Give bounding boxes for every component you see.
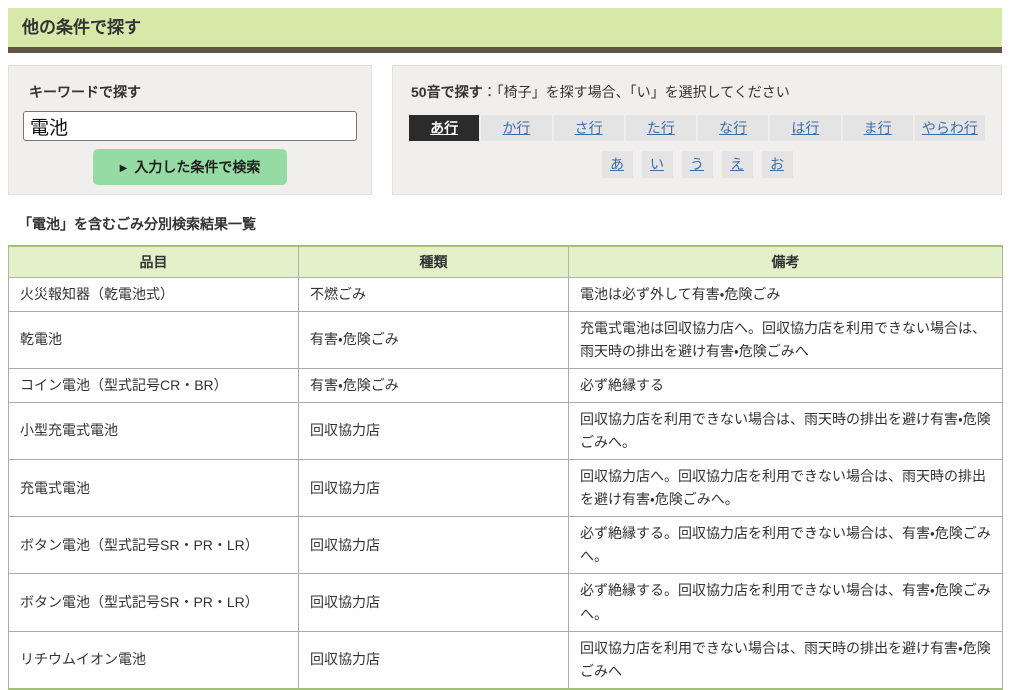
item-cell: ボタン電池（型式記号SR・PR・LR） <box>9 574 299 631</box>
type-cell: 回収協力店 <box>299 402 569 459</box>
column-header-item: 品目 <box>9 246 299 277</box>
type-cell: 回収協力店 <box>299 631 569 689</box>
results-table: 品目 種類 備考 火災報知器（乾電池式） 不燃ごみ 電池は必ず外して有害・危険ご… <box>8 245 1003 690</box>
item-cell: コイン電池（型式記号CR・BR） <box>9 368 299 402</box>
keyword-button-wrap: ▶ 入力した条件で検索 <box>23 149 357 185</box>
search-panels: キーワードで探す ▶ 入力した条件で検索 50音で探す：「椅子」を探す場合、「い」… <box>8 65 1002 195</box>
type-cell: 不燃ごみ <box>299 277 569 311</box>
kana-search-label: 50音で探す <box>411 84 483 100</box>
table-row: 小型充電式電池 回収協力店 回収協力店を利用できない場合は、雨天時の排出を避け有… <box>9 402 1003 459</box>
page-title: 他の条件で探す <box>8 8 1002 53</box>
note-cell: 必ず絶縁する。回収協力店を利用できない場合は、有害・危険ごみへ。 <box>569 517 1003 574</box>
item-cell: ボタン電池（型式記号SR・PR・LR） <box>9 517 299 574</box>
table-row: コイン電池（型式記号CR・BR） 有害・危険ごみ 必ず絶縁する <box>9 368 1003 402</box>
kana-tab-yarawa-row[interactable]: やらわ行 <box>915 115 985 141</box>
note-cell: 必ず絶縁する <box>569 368 1003 402</box>
kana-tab-ka-row[interactable]: か行 <box>481 115 551 141</box>
kana-tab-ma-row[interactable]: ま行 <box>843 115 913 141</box>
kana-instruction: 50音で探す：「椅子」を探す場合、「い」を選択してください <box>411 82 985 102</box>
note-cell: 必ず絶縁する。回収協力店を利用できない場合は、有害・危険ごみへ。 <box>569 574 1003 631</box>
type-cell: 有害・危険ごみ <box>299 311 569 368</box>
note-cell: 回収協力店を利用できない場合は、雨天時の排出を避け有害・危険ごみへ <box>569 631 1003 689</box>
table-row: 乾電池 有害・危険ごみ 充電式電池は回収協力店へ。回収協力店を利用できない場合は… <box>9 311 1003 368</box>
item-cell: 充電式電池 <box>9 460 299 517</box>
note-cell: 回収協力店へ。回収協力店を利用できない場合は、雨天時の排出を避け有害・危険ごみへ… <box>569 460 1003 517</box>
kana-tab-sa-row[interactable]: さ行 <box>554 115 624 141</box>
item-cell: リチウムイオン電池 <box>9 631 299 689</box>
kana-link-o[interactable]: お <box>762 151 793 178</box>
keyword-search-label: キーワードで探す <box>29 82 357 102</box>
kana-link-i[interactable]: い <box>642 151 673 178</box>
column-header-type: 種類 <box>299 246 569 277</box>
kana-instruction-text: ：「椅子」を探す場合、「い」を選択してください <box>483 84 790 100</box>
item-cell: 小型充電式電池 <box>9 402 299 459</box>
keyword-search-button[interactable]: ▶ 入力した条件で検索 <box>93 149 288 185</box>
results-title: 「電池」を含むごみ分別検索結果一覧 <box>18 214 1002 234</box>
type-cell: 有害・危険ごみ <box>299 368 569 402</box>
type-cell: 回収協力店 <box>299 460 569 517</box>
kana-search-panel: 50音で探す：「椅子」を探す場合、「い」を選択してください あ行 か行 さ行 た… <box>392 65 1002 195</box>
kana-tab-ha-row[interactable]: は行 <box>770 115 840 141</box>
keyword-input[interactable] <box>23 111 357 141</box>
item-cell: 火災報知器（乾電池式） <box>9 277 299 311</box>
table-row: ボタン電池（型式記号SR・PR・LR） 回収協力店 必ず絶縁する。回収協力店を利… <box>9 574 1003 631</box>
table-row: 充電式電池 回収協力店 回収協力店へ。回収協力店を利用できない場合は、雨天時の排… <box>9 460 1003 517</box>
keyword-search-panel: キーワードで探す ▶ 入力した条件で検索 <box>8 65 372 195</box>
kana-tab-na-row[interactable]: な行 <box>698 115 768 141</box>
note-cell: 回収協力店を利用できない場合は、雨天時の排出を避け有害・危険ごみへ。 <box>569 402 1003 459</box>
kana-link-u[interactable]: う <box>682 151 713 178</box>
table-row: ボタン電池（型式記号SR・PR・LR） 回収協力店 必ず絶縁する。回収協力店を利… <box>9 517 1003 574</box>
column-header-note: 備考 <box>569 246 1003 277</box>
table-row: リチウムイオン電池 回収協力店 回収協力店を利用できない場合は、雨天時の排出を避… <box>9 631 1003 689</box>
kana-link-e[interactable]: え <box>722 151 753 178</box>
type-cell: 回収協力店 <box>299 517 569 574</box>
kana-row-tabs: あ行 か行 さ行 た行 な行 は行 ま行 やらわ行 <box>409 115 985 141</box>
keyword-search-button-label: 入力した条件で検索 <box>134 159 260 175</box>
play-arrow-icon: ▶ <box>120 163 128 174</box>
kana-char-links: あ い う え お <box>409 151 985 178</box>
table-header-row: 品目 種類 備考 <box>9 246 1003 277</box>
note-cell: 充電式電池は回収協力店へ。回収協力店を利用できない場合は、雨天時の排出を避け有害… <box>569 311 1003 368</box>
kana-link-a[interactable]: あ <box>602 151 633 178</box>
kana-tab-ta-row[interactable]: た行 <box>626 115 696 141</box>
table-row: 火災報知器（乾電池式） 不燃ごみ 電池は必ず外して有害・危険ごみ <box>9 277 1003 311</box>
item-cell: 乾電池 <box>9 311 299 368</box>
kana-tab-a-row[interactable]: あ行 <box>409 115 479 141</box>
type-cell: 回収協力店 <box>299 574 569 631</box>
note-cell: 電池は必ず外して有害・危険ごみ <box>569 277 1003 311</box>
